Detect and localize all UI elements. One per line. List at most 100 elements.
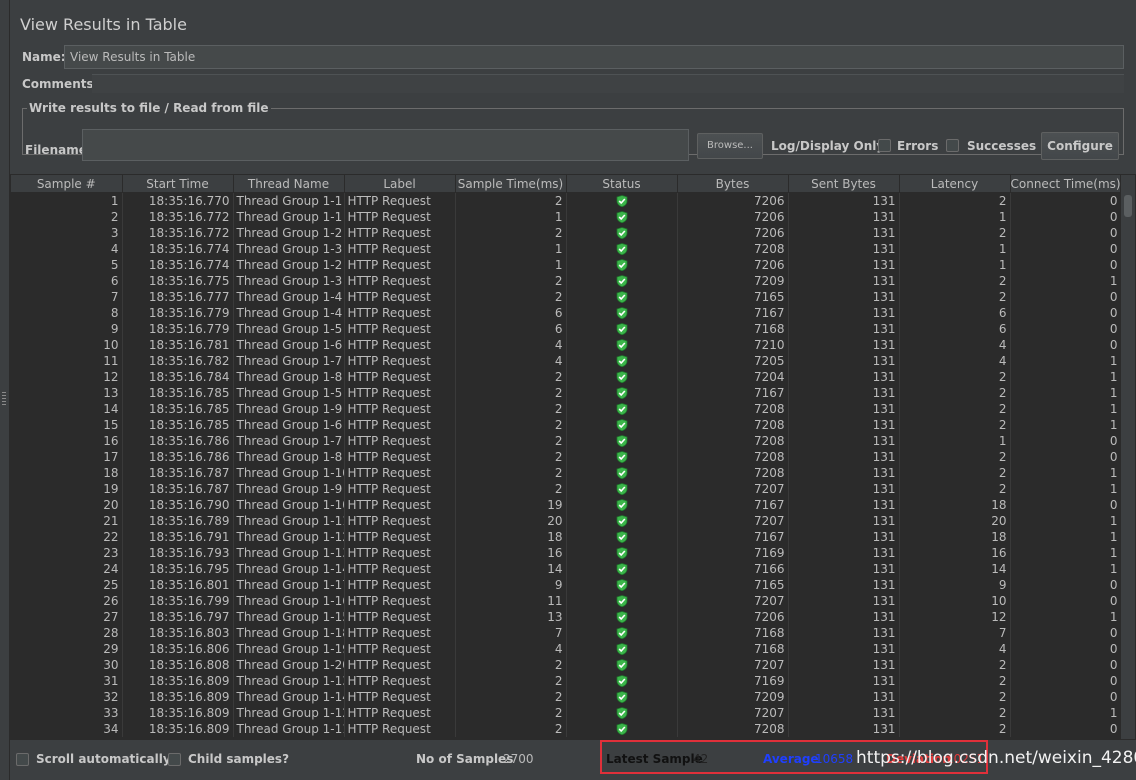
- column-header[interactable]: Sent Bytes: [788, 175, 900, 193]
- table-row[interactable]: 12 18:35:16.784 Thread Group 1-8 HTTP Reque…: [11, 369, 1122, 385]
- table-cell: 2: [455, 289, 567, 305]
- table-cell: 1: [455, 209, 567, 225]
- table-cell: 4: [455, 353, 567, 369]
- table-cell: 131: [788, 497, 900, 513]
- table-cell: 25: [11, 577, 123, 593]
- success-shield-icon: [616, 626, 628, 640]
- column-header[interactable]: Label: [344, 175, 456, 193]
- table-row[interactable]: 7 18:35:16.777 Thread Group 1-4 HTTP Reques…: [11, 289, 1122, 305]
- column-header[interactable]: Connect Time(ms): [1010, 175, 1122, 193]
- table-row[interactable]: 17 18:35:16.786 Thread Group 1-8 HTTP Reque…: [11, 449, 1122, 465]
- table-row[interactable]: 3 18:35:16.772 Thread Group 1-2 HTTP Reques…: [11, 225, 1122, 241]
- successes-label[interactable]: Successes: [967, 139, 1036, 153]
- table-cell: 1: [455, 241, 567, 257]
- table-row[interactable]: 26 18:35:16.799 Thread Group 1-16 HTTP Requ…: [11, 593, 1122, 609]
- column-header[interactable]: Latency: [899, 175, 1011, 193]
- column-header[interactable]: Start Time: [122, 175, 234, 193]
- name-input[interactable]: View Results in Table: [64, 45, 1124, 69]
- table-row[interactable]: 33 18:35:16.809 Thread Group 1-12 HTTP Requ…: [11, 705, 1122, 721]
- table-row[interactable]: 23 18:35:16.793 Thread Group 1-13 HTTP Requ…: [11, 545, 1122, 561]
- filename-input[interactable]: [82, 129, 689, 161]
- table-row[interactable]: 8 18:35:16.779 Thread Group 1-4 HTTP Reques…: [11, 305, 1122, 321]
- table-row[interactable]: 9 18:35:16.779 Thread Group 1-5 HTTP Reques…: [11, 321, 1122, 337]
- table-row[interactable]: 34 18:35:16.809 Thread Group 1-11 HTTP Requ…: [11, 721, 1122, 737]
- table-cell: 7207: [677, 481, 789, 497]
- table-row[interactable]: 18 18:35:16.787 Thread Group 1-10 HTTP Requ…: [11, 465, 1122, 481]
- success-shield-icon: [616, 370, 628, 384]
- comments-row: Comments:: [22, 74, 1126, 94]
- table-cell: 2: [455, 433, 567, 449]
- table-cell: HTTP Request: [344, 257, 456, 273]
- comments-input[interactable]: [92, 74, 1124, 93]
- status-cell: [566, 401, 678, 417]
- table-cell: 2: [11, 209, 123, 225]
- success-shield-icon: [616, 498, 628, 512]
- table-row[interactable]: 2 18:35:16.772 Thread Group 1-1 HTTP Reques…: [11, 209, 1122, 225]
- table-row[interactable]: 5 18:35:16.774 Thread Group 1-2 HTTP Reques…: [11, 257, 1122, 273]
- table-row[interactable]: 25 18:35:16.801 Thread Group 1-17 HTTP Requ…: [11, 577, 1122, 593]
- child-samples-checkbox[interactable]: [168, 753, 181, 766]
- table-row[interactable]: 27 18:35:16.797 Thread Group 1-15 HTTP Requ…: [11, 609, 1122, 625]
- scroll-automatically-checkbox[interactable]: [16, 753, 29, 766]
- table-row[interactable]: 4 18:35:16.774 Thread Group 1-3 HTTP Reques…: [11, 241, 1122, 257]
- table-cell: 33: [11, 705, 123, 721]
- table-cell: 7208: [677, 721, 789, 737]
- table-cell: 16: [11, 433, 123, 449]
- column-header[interactable]: Sample Time(ms): [455, 175, 567, 193]
- table-cell: 16: [899, 545, 1011, 561]
- vertical-scrollbar[interactable]: [1120, 175, 1135, 739]
- column-header[interactable]: Sample #: [11, 175, 123, 193]
- table-row[interactable]: 31 18:35:16.809 Thread Group 1-13 HTTP Requ…: [11, 673, 1122, 689]
- table-cell: 2: [455, 417, 567, 433]
- browse-button[interactable]: Browse...: [697, 133, 763, 159]
- table-row[interactable]: 14 18:35:16.785 Thread Group 1-9 HTTP Reque…: [11, 401, 1122, 417]
- table-cell: HTTP Request: [344, 593, 456, 609]
- column-header[interactable]: Status: [566, 175, 678, 193]
- table-row[interactable]: 32 18:35:16.809 Thread Group 1-14 HTTP Requ…: [11, 689, 1122, 705]
- table-row[interactable]: 6 18:35:16.775 Thread Group 1-3 HTTP Reques…: [11, 273, 1122, 289]
- table-row[interactable]: 1 18:35:16.770 Thread Group 1-1 HTTP Reques…: [11, 192, 1122, 209]
- table-cell: 131: [788, 225, 900, 241]
- success-shield-icon: [616, 386, 628, 400]
- scroll-automatically-label[interactable]: Scroll automatically?: [36, 752, 178, 766]
- child-samples-label[interactable]: Child samples?: [188, 752, 289, 766]
- column-header[interactable]: Thread Name: [233, 175, 345, 193]
- status-cell: [566, 705, 678, 721]
- table-row[interactable]: 11 18:35:16.782 Thread Group 1-7 HTTP Reque…: [11, 353, 1122, 369]
- results-table: Sample # Start Time Thread Name Label Sample…: [11, 175, 1122, 737]
- table-cell: 7165: [677, 577, 789, 593]
- table-row[interactable]: 24 18:35:16.795 Thread Group 1-14 HTTP Requ…: [11, 561, 1122, 577]
- success-shield-icon: [616, 594, 628, 608]
- table-row[interactable]: 29 18:35:16.806 Thread Group 1-19 HTTP Requ…: [11, 641, 1122, 657]
- errors-label[interactable]: Errors: [897, 139, 938, 153]
- table-row[interactable]: 19 18:35:16.787 Thread Group 1-9 HTTP Reque…: [11, 481, 1122, 497]
- table-cell: 131: [788, 625, 900, 641]
- table-cell: HTTP Request: [344, 545, 456, 561]
- table-row[interactable]: 22 18:35:16.791 Thread Group 1-12 HTTP Requ…: [11, 529, 1122, 545]
- table-cell: 10: [11, 337, 123, 353]
- table-row[interactable]: 21 18:35:16.789 Thread Group 1-11 HTTP Requ…: [11, 513, 1122, 529]
- table-cell: HTTP Request: [344, 481, 456, 497]
- table-row[interactable]: 28 18:35:16.803 Thread Group 1-18 HTTP Requ…: [11, 625, 1122, 641]
- table-cell: 2: [455, 689, 567, 705]
- table-row[interactable]: 15 18:35:16.785 Thread Group 1-6 HTTP Reque…: [11, 417, 1122, 433]
- table-row[interactable]: 13 18:35:16.785 Thread Group 1-5 HTTP Reque…: [11, 385, 1122, 401]
- table-cell: 1: [1010, 417, 1122, 433]
- table-row[interactable]: 16 18:35:16.786 Thread Group 1-7 HTTP Reque…: [11, 433, 1122, 449]
- table-row[interactable]: 30 18:35:16.808 Thread Group 1-20 HTTP Requ…: [11, 657, 1122, 673]
- table-cell: 7166: [677, 561, 789, 577]
- table-cell: HTTP Request: [344, 353, 456, 369]
- table-row[interactable]: 10 18:35:16.781 Thread Group 1-6 HTTP Reque…: [11, 337, 1122, 353]
- table-cell: 17: [11, 449, 123, 465]
- log-display-only-label: Log/Display Only:: [771, 139, 889, 153]
- table-cell: 2: [899, 689, 1011, 705]
- scrollbar-thumb[interactable]: [1124, 195, 1132, 217]
- table-cell: 2: [899, 465, 1011, 481]
- column-header[interactable]: Bytes: [677, 175, 789, 193]
- table-row[interactable]: 20 18:35:16.790 Thread Group 1-10 HTTP Requ…: [11, 497, 1122, 513]
- configure-button[interactable]: Configure: [1041, 132, 1119, 160]
- errors-checkbox[interactable]: [878, 139, 891, 152]
- successes-checkbox[interactable]: [946, 139, 959, 152]
- split-pane-grip[interactable]: [0, 0, 10, 780]
- table-cell: 18:35:16.774: [122, 257, 234, 273]
